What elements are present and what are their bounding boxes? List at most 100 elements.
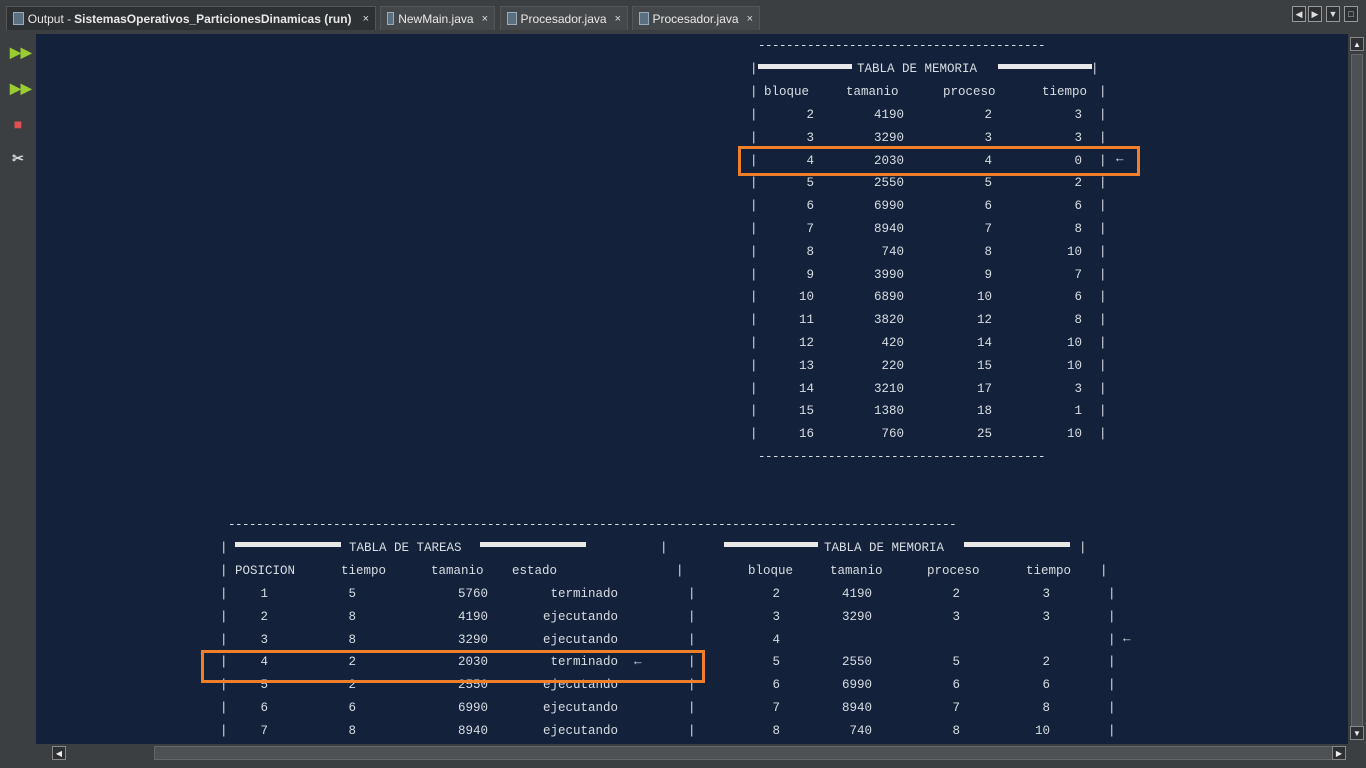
table-cell: 6890 — [873, 290, 904, 305]
memory-table-title: TABLA DE MEMORIA — [824, 541, 945, 555]
table-cell: 8 — [348, 723, 356, 738]
table-border: | — [750, 427, 758, 442]
tab-list-dropdown-icon[interactable]: ▼ — [1326, 6, 1340, 22]
table-cell: 2550 — [873, 176, 904, 191]
rerun-different-params-icon[interactable]: ▶▶ — [10, 80, 32, 96]
table-border: | — [750, 358, 758, 373]
table-cell: 5760 — [457, 587, 488, 601]
table-cell: 6 — [952, 678, 960, 693]
table-cell: 14 — [976, 336, 992, 350]
scroll-down-icon[interactable]: ▼ — [1350, 726, 1364, 740]
tab-newmain[interactable]: NewMain.java × — [380, 6, 495, 30]
table-cell: 3290 — [457, 632, 488, 647]
tab-label: Procesador.java — [652, 11, 739, 26]
table-border: | — [1099, 290, 1107, 305]
table-cell: 13 — [798, 358, 814, 373]
table-cell: 7 — [772, 701, 780, 715]
table-cell: 2 — [1042, 655, 1050, 670]
table-border: | — [220, 609, 228, 624]
close-icon[interactable]: × — [482, 13, 488, 25]
table-border: | — [1099, 427, 1107, 442]
table-cell: 2 — [952, 587, 960, 601]
table-cell: 2550 — [841, 655, 872, 670]
tab-procesador-1[interactable]: Procesador.java × — [500, 6, 628, 30]
output-console[interactable]: ----------------------------------------… — [36, 34, 1348, 744]
tab-procesador-2[interactable]: Procesador.java × — [632, 6, 760, 30]
table-cell: 2 — [772, 587, 780, 601]
close-icon[interactable]: × — [615, 13, 621, 25]
column-header-tiempo: tiempo — [341, 564, 387, 578]
table-cell: 16 — [798, 427, 814, 442]
table-cell: 7 — [260, 723, 268, 738]
table-border: | — [676, 564, 684, 578]
table-cell: 1 — [1074, 404, 1082, 419]
tab-output-title: SistemasOperativos_ParticionesDinamicas … — [74, 11, 352, 26]
table-border: | — [750, 130, 758, 145]
horizontal-scrollbar[interactable]: ◀ ▶ — [50, 744, 1348, 762]
table-cell: 3290 — [873, 130, 904, 145]
table-border: | — [1099, 222, 1107, 236]
table-border: | — [688, 609, 696, 624]
title-bar-decoration — [758, 64, 852, 69]
table-cell: 7 — [1074, 267, 1082, 282]
table-cell: 6 — [1042, 678, 1050, 693]
scroll-right-icon[interactable]: ▶ — [1332, 746, 1346, 760]
table-border: | — [750, 267, 758, 282]
table-cell: 8 — [984, 244, 992, 259]
table-border: | — [1099, 267, 1107, 282]
table-cell: 2 — [984, 108, 992, 122]
table-cell: 7 — [984, 222, 992, 236]
scroll-up-icon[interactable]: ▲ — [1350, 37, 1364, 51]
close-icon[interactable]: × — [747, 13, 753, 25]
table-cell: 760 — [881, 427, 904, 442]
column-header-bloque: bloque — [764, 85, 810, 99]
scroll-left-icon[interactable]: ◀ — [52, 746, 66, 760]
table-border: | — [1091, 62, 1099, 76]
scrollbar-thumb[interactable] — [154, 746, 1334, 760]
tab-label: Procesador.java — [520, 11, 607, 26]
table-cell: 8 — [952, 723, 960, 738]
table-border: | — [1099, 176, 1107, 191]
table-cell: 6990 — [841, 678, 872, 693]
table-border: | — [750, 176, 758, 191]
table-border: | — [220, 541, 228, 555]
table-border: | — [1099, 130, 1107, 145]
table-border: | — [750, 85, 758, 99]
table-border: | — [220, 587, 228, 601]
table-cell: terminado — [550, 587, 618, 601]
table-cell: 14 — [798, 381, 814, 396]
table-cell: 1380 — [873, 404, 904, 419]
title-bar-decoration — [480, 542, 586, 547]
table-cell: 11 — [798, 313, 814, 328]
scroll-tabs-left-icon[interactable]: ◀ — [1292, 6, 1306, 22]
tab-output-prefix: Output - — [27, 11, 72, 26]
scroll-tabs-right-icon[interactable]: ▶ — [1308, 6, 1322, 22]
table-border: | — [1099, 336, 1107, 350]
table-cell: 3990 — [873, 267, 904, 282]
table-cell: 8 — [1042, 701, 1050, 715]
vertical-scrollbar[interactable]: ▲ ▼ — [1348, 34, 1366, 744]
column-header-tamanio: tamanio — [830, 564, 883, 578]
table-border: | — [750, 62, 758, 76]
table-cell: 6 — [1074, 290, 1082, 305]
memory-table-title: TABLA DE MEMORIA — [857, 62, 978, 76]
table-cell: 420 — [881, 336, 904, 350]
maximize-icon[interactable]: □ — [1344, 6, 1358, 22]
stop-icon[interactable]: ■ — [10, 116, 26, 132]
table-border: | — [1108, 609, 1116, 624]
column-header-bloque: bloque — [748, 564, 794, 578]
settings-icon[interactable]: ✂ — [10, 150, 26, 166]
close-icon[interactable]: × — [363, 13, 369, 25]
rerun-icon[interactable]: ▶▶ — [10, 44, 32, 60]
scrollbar-thumb[interactable] — [1351, 54, 1363, 734]
tab-output[interactable]: Output - SistemasOperativos_ParticionesD… — [6, 6, 376, 30]
table-cell: 3 — [1042, 587, 1050, 601]
table-cell: ejecutando — [542, 723, 618, 738]
table-cell: 8 — [1074, 222, 1082, 236]
title-bar-decoration — [724, 542, 818, 547]
table-cell: 3290 — [841, 609, 872, 624]
table-cell: 5 — [952, 655, 960, 670]
table-border: | — [1099, 404, 1107, 419]
table-border: | — [1099, 85, 1107, 99]
table-border: | — [220, 701, 228, 715]
